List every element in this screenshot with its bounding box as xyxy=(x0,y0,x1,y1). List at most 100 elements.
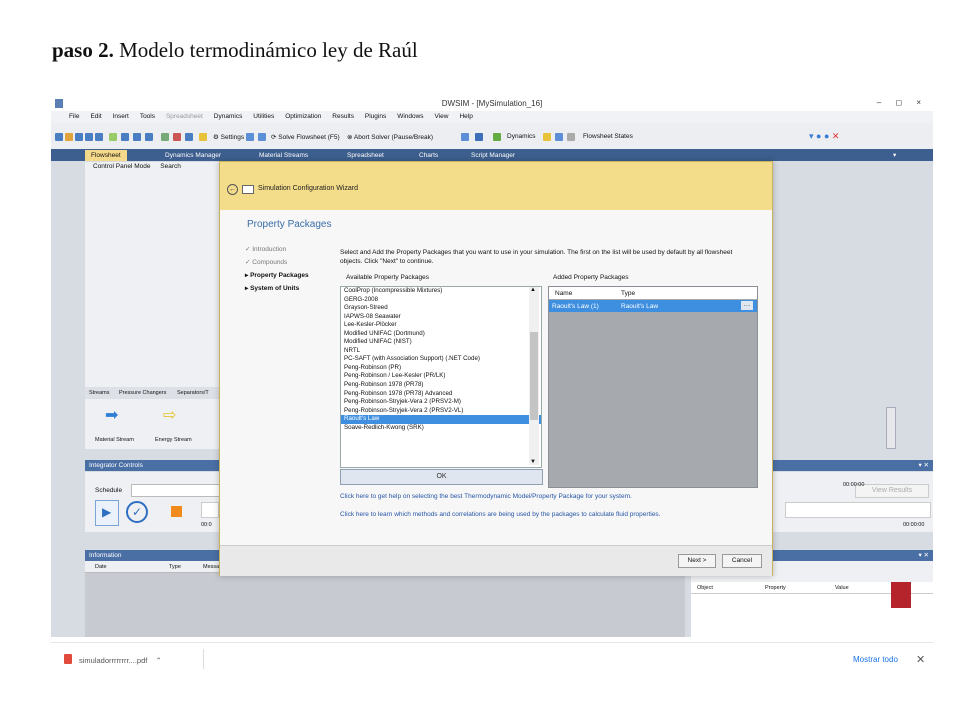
close-icon[interactable]: ✕ xyxy=(916,653,925,666)
added-package-row[interactable]: Raoult's Law (1) Raoult's Law … xyxy=(549,300,757,312)
package-item[interactable]: Peng-Robinson 1978 (PR78) xyxy=(341,381,541,390)
undo-icon[interactable] xyxy=(133,133,141,141)
step-property-packages[interactable]: ▸ Property Packages xyxy=(245,271,309,284)
menu-utilities[interactable]: Utilities xyxy=(253,113,274,120)
flowsheet-states-button[interactable]: Flowsheet States xyxy=(583,133,633,140)
chart-icon[interactable] xyxy=(475,133,483,141)
tab-material-streams[interactable]: Material Streams xyxy=(253,150,314,161)
paste-icon[interactable] xyxy=(121,133,129,141)
window-controls[interactable]: – ◻ × xyxy=(877,98,927,107)
schedule-select[interactable] xyxy=(131,484,223,497)
package-item[interactable]: Grayson-Streed xyxy=(341,304,541,313)
play-button[interactable]: ▶ xyxy=(95,500,119,526)
information-pin-icon[interactable]: ▾ ✕ xyxy=(918,551,929,559)
menu-optimization[interactable]: Optimization xyxy=(285,113,321,120)
abort-solver-button[interactable]: ⊗ Abort Solver (Pause/Break) xyxy=(347,133,433,141)
tab-charts[interactable]: Charts xyxy=(413,150,444,161)
tab-script-manager[interactable]: Script Manager xyxy=(465,150,521,161)
scroll-up-icon[interactable]: ▲ xyxy=(530,287,536,293)
tab-flowsheet[interactable]: Flowsheet xyxy=(85,150,127,161)
package-options-button[interactable]: … xyxy=(741,301,753,310)
cancel-button[interactable]: Cancel xyxy=(722,554,762,568)
package-item[interactable]: Raoult's Law xyxy=(341,415,541,424)
step-compounds[interactable]: ✓ Compounds xyxy=(245,258,309,271)
menu-insert[interactable]: Insert xyxy=(113,113,129,120)
sync-icon[interactable] xyxy=(461,133,469,141)
menu-file[interactable]: File xyxy=(69,113,79,120)
package-item[interactable]: Peng-Robinson / Lee-Kesler (PR/LK) xyxy=(341,372,541,381)
package-item[interactable]: Peng-Robinson (PR) xyxy=(341,364,541,373)
menu-plugins[interactable]: Plugins xyxy=(365,113,386,120)
package-item[interactable]: Modified UNIFAC (Dortmund) xyxy=(341,330,541,339)
integrator-pin-icon[interactable]: ▾ ✕ xyxy=(918,461,929,469)
stop-icon[interactable] xyxy=(171,506,182,517)
menu-view[interactable]: View xyxy=(435,113,449,120)
control-panel-mode[interactable]: Control Panel Mode xyxy=(93,163,150,170)
info-icon[interactable] xyxy=(185,133,193,141)
help-link-methods[interactable]: Click here to learn which methods and co… xyxy=(340,511,661,518)
menu-edit[interactable]: Edit xyxy=(90,113,101,120)
package-item[interactable]: Peng-Robinson-Stryjek-Vera 2 (PRSV2-VL) xyxy=(341,407,541,416)
package-item[interactable]: Modified UNIFAC (NIST) xyxy=(341,338,541,347)
package-item[interactable]: Soave-Redlich-Kwong (SRK) xyxy=(341,424,541,433)
package-item[interactable]: Lee-Kesler-Plöcker xyxy=(341,321,541,330)
step-system-of-units[interactable]: ▸ System of Units xyxy=(245,284,309,297)
zoom-icon[interactable] xyxy=(161,133,169,141)
tab-pressure-changers[interactable]: Pressure Changers xyxy=(119,390,166,396)
package-item[interactable]: NRTL xyxy=(341,347,541,356)
copy-icon[interactable] xyxy=(109,133,117,141)
flowchart-icon[interactable] xyxy=(493,133,501,141)
redo-icon[interactable] xyxy=(145,133,153,141)
scroll-down-icon[interactable]: ▼ xyxy=(530,459,536,465)
save-icon[interactable] xyxy=(75,133,83,141)
package-item[interactable]: PC-SAFT (with Association Support) (.NET… xyxy=(341,355,541,364)
tab-streams[interactable]: Streams xyxy=(89,390,109,396)
settings-button[interactable]: ⚙ Settings xyxy=(213,133,244,141)
solve-flowsheet-button[interactable]: ⟳ Solve Flowsheet (F5) xyxy=(271,133,340,141)
print-icon[interactable] xyxy=(95,133,103,141)
table-icon[interactable] xyxy=(555,133,563,141)
energy-stream-icon[interactable]: ⇨ xyxy=(163,408,176,424)
package-item[interactable]: Peng-Robinson 1978 (PR78) Advanced xyxy=(341,390,541,399)
menu-windows[interactable]: Windows xyxy=(397,113,423,120)
dynamics-button[interactable]: Dynamics xyxy=(507,133,536,140)
step-introduction[interactable]: ✓ Introduction xyxy=(245,245,309,258)
package-item[interactable]: IAPWS-08 Seawater xyxy=(341,313,541,322)
wand-icon[interactable] xyxy=(543,133,551,141)
open-icon[interactable] xyxy=(65,133,73,141)
show-all-link[interactable]: Mostrar todo xyxy=(853,655,898,664)
new-icon[interactable] xyxy=(55,133,63,141)
back-arrow-icon[interactable]: ← xyxy=(227,184,238,195)
download-file[interactable]: simuladorrrrrrrr....pdf ⌃ xyxy=(79,656,162,665)
package-item[interactable]: CoolProp (Incompressible Mixtures) xyxy=(341,287,541,296)
report-icon[interactable] xyxy=(199,133,207,141)
next-button[interactable]: Next > xyxy=(678,554,716,568)
chevron-up-icon[interactable]: ⌃ xyxy=(155,656,161,665)
material-stream-icon[interactable]: ➡ xyxy=(105,408,118,424)
menu-help[interactable]: Help xyxy=(459,113,472,120)
search-button[interactable]: Search xyxy=(160,163,181,170)
solve-right-icon[interactable] xyxy=(258,133,266,141)
tab-spreadsheet[interactable]: Spreadsheet xyxy=(341,150,390,161)
package-item[interactable]: GERG-2008 xyxy=(341,296,541,305)
check-button[interactable]: ✓ xyxy=(125,500,148,524)
tabs-dropdown-icon[interactable]: ▾ xyxy=(887,150,902,161)
solve-left-icon[interactable] xyxy=(246,133,254,141)
save-as-icon[interactable] xyxy=(85,133,93,141)
tab-dynamics-manager[interactable]: Dynamics Manager xyxy=(159,150,227,161)
flowsheet-scrollbar[interactable] xyxy=(886,407,896,449)
quick-actions-icon[interactable]: ▾ ● ● ✕ xyxy=(809,131,839,142)
view-results-button[interactable]: View Results xyxy=(855,484,929,498)
available-list-scroll-thumb[interactable] xyxy=(530,332,538,420)
grid-icon[interactable] xyxy=(567,133,575,141)
ok-button[interactable]: OK xyxy=(340,469,543,485)
menu-spreadsheet[interactable]: Spreadsheet xyxy=(166,113,203,120)
tool-icon[interactable] xyxy=(173,133,181,141)
menu-results[interactable]: Results xyxy=(332,113,354,120)
package-item[interactable]: Peng-Robinson-Stryjek-Vera 2 (PRSV2-M) xyxy=(341,398,541,407)
menu-tools[interactable]: Tools xyxy=(140,113,155,120)
help-link-model[interactable]: Click here to get help on selecting the … xyxy=(340,493,632,500)
tab-separators[interactable]: Separators/T xyxy=(177,390,209,396)
menu-dynamics[interactable]: Dynamics xyxy=(214,113,243,120)
available-packages-list[interactable]: CoolProp (Incompressible Mixtures) GERG-2… xyxy=(340,286,542,468)
